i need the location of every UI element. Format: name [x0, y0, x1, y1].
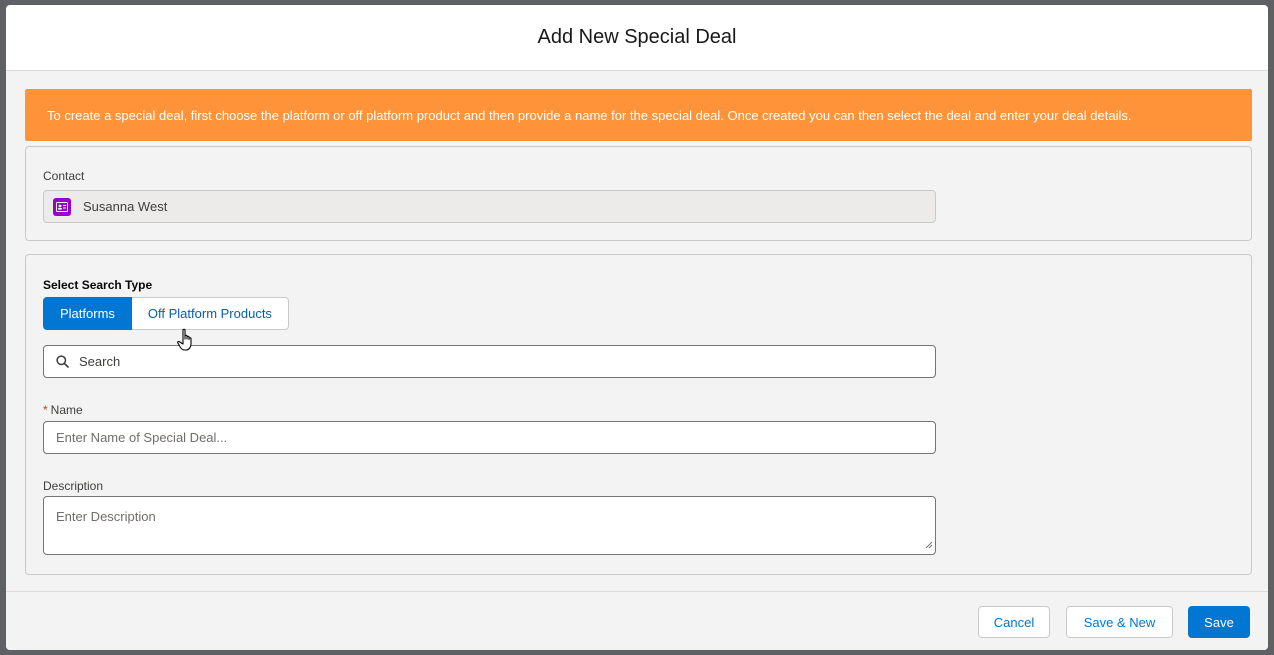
- search-placeholder: Search: [79, 354, 121, 369]
- info-banner: To create a special deal, first choose t…: [25, 89, 1252, 141]
- deal-details-card: Select Search Type Platforms Off Platfor…: [25, 254, 1252, 575]
- special-deal-modal: Add New Special Deal To create a special…: [6, 5, 1268, 650]
- save-and-new-button[interactable]: Save & New: [1066, 606, 1173, 638]
- name-label: * Name: [43, 403, 83, 417]
- cancel-button[interactable]: Cancel: [978, 606, 1050, 638]
- search-type-toggle: Platforms Off Platform Products: [43, 297, 289, 330]
- contact-name: Susanna West: [83, 199, 168, 214]
- contact-card: Contact Susanna West: [25, 146, 1252, 241]
- contact-field: Susanna West: [43, 190, 936, 223]
- description-placeholder: Enter Description: [56, 509, 156, 524]
- name-label-text: Name: [50, 403, 83, 417]
- modal-header: Add New Special Deal: [6, 5, 1268, 71]
- required-mark: *: [43, 403, 48, 417]
- search-icon: [56, 355, 69, 368]
- description-textarea[interactable]: Enter Description: [43, 496, 936, 555]
- off-platform-products-button[interactable]: Off Platform Products: [131, 297, 289, 330]
- name-input[interactable]: Enter Name of Special Deal...: [43, 421, 936, 454]
- platforms-button[interactable]: Platforms: [43, 297, 132, 330]
- modal-title: Add New Special Deal: [537, 26, 737, 48]
- description-label: Description: [43, 479, 104, 493]
- resize-grip-icon[interactable]: [925, 537, 933, 552]
- contact-card-icon: [53, 197, 71, 216]
- name-placeholder: Enter Name of Special Deal...: [56, 430, 228, 445]
- hand-cursor-icon: [176, 328, 198, 357]
- save-button[interactable]: Save: [1188, 606, 1250, 638]
- search-type-label: Select Search Type: [43, 278, 153, 292]
- contact-label: Contact: [43, 169, 85, 183]
- modal-footer: Cancel Save & New Save: [6, 591, 1268, 650]
- modal-body: To create a special deal, first choose t…: [6, 71, 1268, 591]
